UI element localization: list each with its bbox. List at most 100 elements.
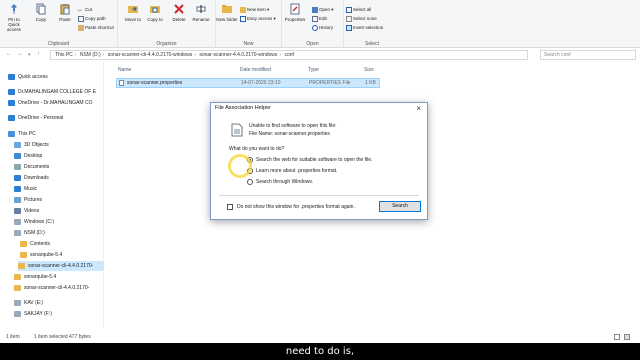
- recent-dropdown-icon[interactable]: ▾: [28, 52, 31, 58]
- address-row: ← → ▾ ↑ This PC › NSM (D:) › sonar-scanner…: [0, 48, 640, 62]
- invert-selection-button[interactable]: Invert selection: [346, 24, 383, 32]
- navigation-pane: Quick access Dr.MAHALINGAM COLLEGE OF E …: [0, 62, 104, 328]
- nav-item[interactable]: OneDrive - Personal: [8, 113, 63, 123]
- search-button[interactable]: Search: [379, 201, 421, 212]
- paste-button[interactable]: Paste: [54, 2, 76, 22]
- easy-access-button[interactable]: Easy access ▾: [240, 15, 276, 23]
- copy-to-button[interactable]: Copy to: [144, 2, 166, 22]
- nav-item-selected[interactable]: sonar-scanner-cli-4.4.0.2170-: [18, 261, 104, 271]
- address-bar[interactable]: This PC › NSM (D:) › sonar-scanner-cli-4.4…: [50, 50, 528, 60]
- column-date-modified[interactable]: Date modified: [240, 64, 271, 76]
- nav-item[interactable]: Documents: [14, 162, 49, 172]
- forward-arrow-icon[interactable]: →: [17, 51, 23, 57]
- edit-button[interactable]: Edit: [312, 15, 327, 23]
- breadcrumb-scanner[interactable]: sonar-scanner-4.4.0.2170-windows: [199, 52, 277, 58]
- up-arrow-icon[interactable]: ↑: [37, 51, 40, 57]
- cut-button[interactable]: ✂ Cut: [78, 6, 92, 14]
- option-search-windows[interactable]: Search through Windows.: [247, 178, 313, 186]
- column-type[interactable]: Type: [308, 64, 319, 76]
- drive-icon: [14, 218, 21, 225]
- breadcrumb-conf[interactable]: conf: [284, 52, 293, 58]
- folder-icon: [20, 240, 27, 247]
- breadcrumb-separator-icon: ›: [279, 52, 282, 58]
- delete-button[interactable]: Delete: [168, 2, 190, 22]
- nav-item[interactable]: KAV (E:): [14, 298, 43, 308]
- pin-quick-access-button[interactable]: Pin to Quick access: [3, 2, 25, 32]
- large-icons-view-icon[interactable]: [624, 334, 630, 340]
- paste-shortcut-button[interactable]: Paste shortcut: [78, 24, 114, 32]
- cloud-icon: [8, 99, 15, 106]
- properties-icon: [290, 3, 300, 15]
- search-placeholder: Search conf: [544, 52, 571, 58]
- nav-item[interactable]: sonarqube-5.4: [14, 272, 56, 282]
- open-icon: [312, 6, 318, 13]
- dont-show-again-checkbox[interactable]: [227, 203, 233, 210]
- rename-button[interactable]: Rename: [190, 2, 212, 22]
- new-group-label: New: [243, 41, 254, 47]
- new-folder-button[interactable]: New folder: [216, 2, 238, 22]
- breadcrumb-nsm-drive[interactable]: NSM (D:): [80, 52, 101, 58]
- nav-quick-access[interactable]: Quick access: [8, 72, 48, 82]
- open-button[interactable]: Open ▾: [312, 6, 334, 14]
- copy-path-button[interactable]: Copy path: [78, 15, 106, 23]
- option-learn-more[interactable]: Learn more about .properties format.: [247, 167, 337, 175]
- option-search-web[interactable]: Search the web for suitable software to …: [247, 156, 372, 164]
- column-size[interactable]: Size: [364, 64, 374, 76]
- nav-item[interactable]: Windows (C:): [14, 217, 54, 227]
- star-icon: [8, 73, 15, 80]
- nav-item[interactable]: SAKJAY (F:): [14, 309, 52, 319]
- breadcrumb-this-pc[interactable]: This PC: [55, 52, 73, 58]
- new-folder-icon: [222, 5, 232, 13]
- drive-icon: [14, 229, 21, 236]
- column-name[interactable]: Name: [118, 64, 131, 76]
- breadcrumb-scanner-cli[interactable]: sonar-scanner-cli-4.4.0.2170-windows: [108, 52, 193, 58]
- pictures-icon: [14, 196, 21, 203]
- cursor-highlight: [228, 154, 252, 178]
- file-row[interactable]: sonar-scanner.properties 14-07-2020 23:1…: [116, 78, 380, 88]
- item-count: 1 item: [6, 334, 20, 340]
- close-icon[interactable]: ×: [416, 104, 421, 113]
- videos-icon: [14, 207, 21, 214]
- nav-item[interactable]: 3D Objects: [14, 140, 49, 150]
- properties-button[interactable]: Properties: [284, 2, 306, 22]
- history-button[interactable]: History: [312, 24, 333, 32]
- nav-item[interactable]: Music: [14, 184, 37, 194]
- move-to-button[interactable]: Move to: [122, 2, 144, 22]
- radio[interactable]: [247, 178, 253, 185]
- dialog-divider: [219, 195, 419, 196]
- new-group: New folder New item ▾ Easy access ▾ New: [216, 0, 282, 48]
- nav-item[interactable]: Downloads: [14, 173, 49, 183]
- dialog-message: Unable to find software to open this fil…: [249, 123, 337, 129]
- folder-icon: [20, 251, 27, 258]
- copy-button[interactable]: Copy: [30, 2, 52, 22]
- 3d-objects-icon: [14, 141, 21, 148]
- search-input[interactable]: Search conf: [540, 50, 636, 60]
- nav-item[interactable]: Desktop: [14, 151, 42, 161]
- details-view-icon[interactable]: [614, 334, 620, 340]
- nav-item[interactable]: NSM (D:): [14, 228, 45, 238]
- nav-item[interactable]: sonarqube-5.4: [20, 250, 62, 260]
- nav-this-pc[interactable]: This PC: [8, 129, 36, 139]
- nav-item[interactable]: Dr.MAHALINGAM COLLEGE OF E: [8, 87, 104, 97]
- dont-show-again-option[interactable]: Do not show this window for .properties …: [227, 203, 355, 211]
- organize-group-label: Organize: [156, 41, 177, 47]
- nav-item[interactable]: sonar-scanner-cli-4.4.0.2170-: [14, 283, 104, 293]
- nav-item[interactable]: Contents: [20, 239, 50, 249]
- invert-selection-icon: [346, 24, 352, 31]
- select-all-button[interactable]: Select all: [346, 6, 371, 14]
- select-none-button[interactable]: Select none: [346, 15, 377, 23]
- new-item-button[interactable]: New item ▾: [240, 6, 269, 14]
- cloud-icon: [8, 114, 15, 121]
- file-size: 1 KB: [365, 80, 376, 86]
- dialog-title: File Association Helper: [215, 105, 271, 111]
- video-caption: need to do is,: [0, 343, 640, 360]
- paste-shortcut-icon: [78, 24, 84, 31]
- select-none-icon: [346, 15, 352, 22]
- nav-item[interactable]: Pictures: [14, 195, 42, 205]
- folder-icon: [14, 273, 21, 280]
- nav-item[interactable]: OneDrive - Dr.MAHALINGAM CO: [8, 98, 104, 108]
- ribbon: Pin to Quick access Copy Paste ✂ Cut Copy…: [0, 0, 640, 48]
- back-arrow-icon[interactable]: ←: [6, 51, 12, 57]
- nav-item[interactable]: Videos: [14, 206, 39, 216]
- clipboard-group-label: Clipboard: [47, 41, 70, 47]
